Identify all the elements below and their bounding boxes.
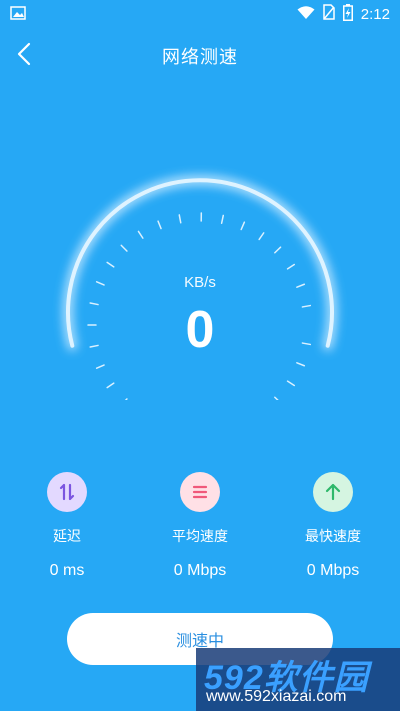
wifi-icon xyxy=(297,5,315,24)
watermark-url: www.592xiazai.com xyxy=(206,688,347,705)
gauge-tick xyxy=(124,398,128,400)
gauge-tick xyxy=(106,261,115,268)
gauge-tick xyxy=(286,380,296,387)
stat-value: 0 ms xyxy=(49,562,85,579)
status-bar: 2:12 xyxy=(0,0,400,28)
page-title: 网络测速 xyxy=(162,47,238,68)
arrow-up-icon xyxy=(313,472,353,512)
top-bar: 网络测速 xyxy=(0,38,400,74)
stats-row: 延迟 0 ms 平均速度 0 Mbps 最快速度 0 Mbps xyxy=(0,472,400,592)
back-button[interactable] xyxy=(8,40,40,72)
gauge-tick xyxy=(220,214,225,225)
status-time: 2:12 xyxy=(360,5,390,23)
stat-value: 0 Mbps xyxy=(173,562,227,579)
stat-label: 平均速度 xyxy=(172,529,228,545)
gauge-tick xyxy=(296,362,306,367)
gauge-tick xyxy=(258,232,265,241)
speed-gauge: KB/s 0 xyxy=(0,150,400,400)
stat-max-speed: 最快速度 0 Mbps xyxy=(268,472,398,580)
average-lines-icon xyxy=(180,472,220,512)
watermark-logo: 592软件园 www.592xiazai.com xyxy=(196,648,400,711)
gauge-tick xyxy=(178,214,182,224)
gauge-tick xyxy=(157,220,162,230)
stat-label: 最快速度 xyxy=(305,529,361,545)
stat-value: 0 Mbps xyxy=(306,562,360,579)
gauge-tick xyxy=(95,364,105,369)
chevron-left-icon xyxy=(17,42,31,70)
gauge-tick xyxy=(274,396,279,400)
gauge-tick xyxy=(286,263,296,270)
stat-label: 延迟 xyxy=(53,529,81,545)
gauge-tick xyxy=(274,246,282,254)
latency-arrows-icon xyxy=(47,472,87,512)
stat-latency: 延迟 0 ms xyxy=(2,472,132,580)
gauge-tick xyxy=(137,230,144,239)
stat-average-speed: 平均速度 0 Mbps xyxy=(135,472,265,580)
speed-unit: KB/s xyxy=(184,274,216,291)
battery-charging-icon xyxy=(342,3,353,25)
image-notification-icon xyxy=(10,5,26,24)
speed-value: 0 xyxy=(185,301,215,359)
gauge-tick xyxy=(106,382,115,389)
no-sim-icon xyxy=(323,4,335,24)
gauge-tick xyxy=(240,221,246,231)
gauge-tick xyxy=(120,244,128,252)
